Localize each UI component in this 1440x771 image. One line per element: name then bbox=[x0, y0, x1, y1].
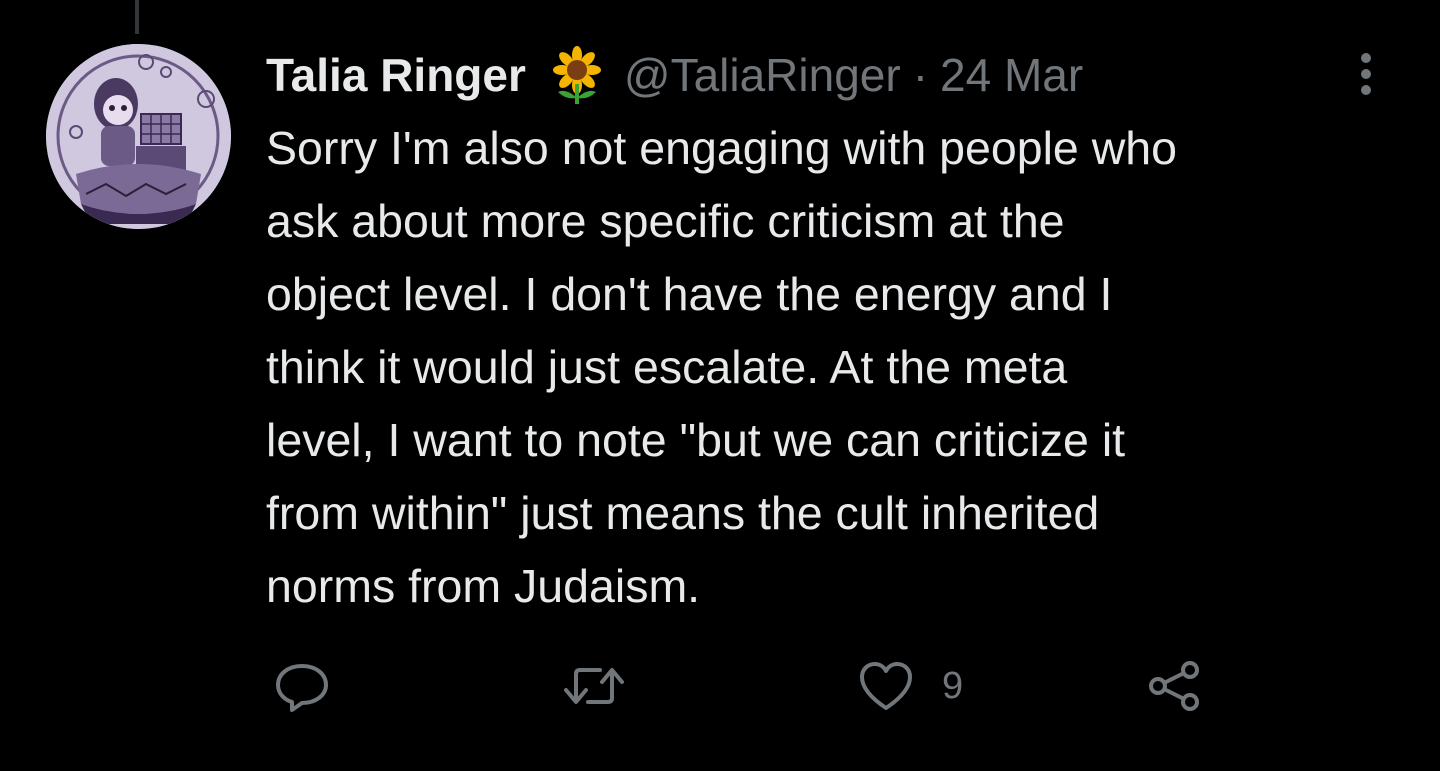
tweet-date[interactable]: 24 Mar bbox=[940, 48, 1083, 102]
heart-icon bbox=[858, 658, 914, 714]
author-handle[interactable]: @TaliaRinger bbox=[624, 48, 901, 102]
retweet-icon bbox=[562, 658, 626, 714]
retweet-button[interactable] bbox=[562, 658, 626, 714]
header-separator: · bbox=[912, 49, 929, 101]
like-button[interactable]: 9 bbox=[858, 658, 963, 714]
share-nodes-icon bbox=[1146, 658, 1202, 714]
reply-icon bbox=[274, 658, 330, 714]
tweet[interactable]: Talia Ringer @TaliaRinger · 24 Mar Sorry… bbox=[266, 40, 1386, 623]
thread-line bbox=[135, 0, 139, 34]
reply-button[interactable] bbox=[274, 658, 330, 714]
avatar[interactable] bbox=[46, 44, 231, 229]
author-name[interactable]: Talia Ringer bbox=[266, 48, 526, 102]
share-button[interactable] bbox=[1146, 658, 1202, 714]
sunflower-icon bbox=[546, 44, 608, 106]
avatar-illustration bbox=[46, 44, 231, 229]
tweet-actions: 9 bbox=[270, 658, 1210, 718]
like-count: 9 bbox=[942, 664, 964, 707]
tweet-header: Talia Ringer @TaliaRinger · 24 Mar bbox=[266, 40, 1386, 110]
tweet-text: Sorry I'm also not engaging with people … bbox=[266, 122, 1177, 612]
more-options-icon[interactable] bbox=[1346, 46, 1386, 106]
